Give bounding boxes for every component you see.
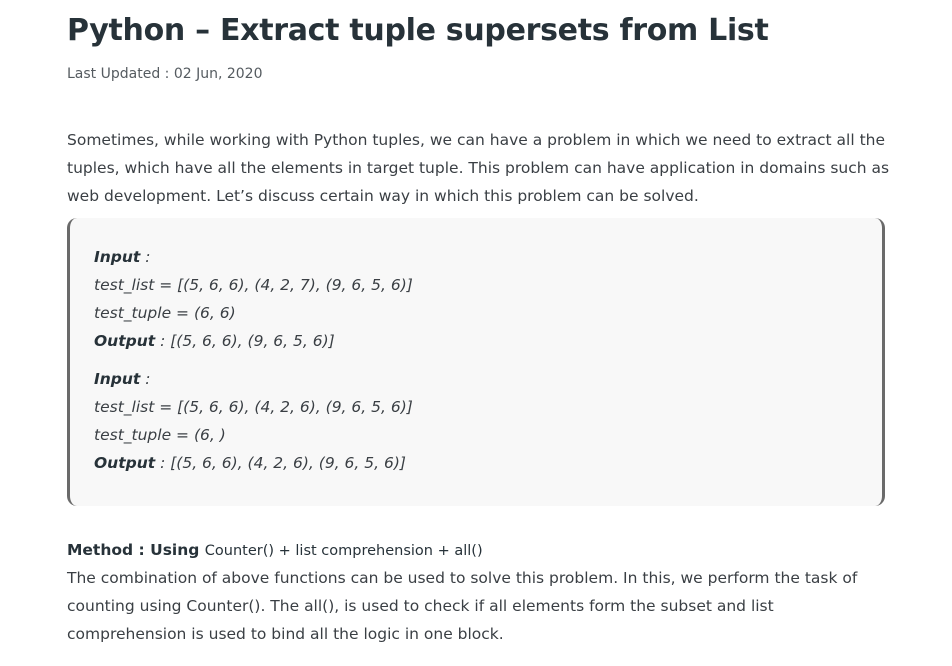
example-list-line: test_list = [(5, 6, 6), (4, 2, 6), (9, 6… <box>94 398 413 416</box>
example-list-line: test_list = [(5, 6, 6), (4, 2, 7), (9, 6… <box>94 276 413 294</box>
method-description: The combination of above functions can b… <box>67 569 858 643</box>
example-tuple-line: test_tuple = (6, ) <box>94 426 226 444</box>
example-output-line: Output : [(5, 6, 6), (4, 2, 6), (9, 6, 5… <box>94 449 413 477</box>
input-label: Input <box>94 370 141 388</box>
example-block-2: Input : test_list = [(5, 6, 6), (4, 2, 6… <box>94 365 413 477</box>
example-input-line: Input : <box>94 365 413 393</box>
output-value: : [(5, 6, 6), (9, 6, 5, 6)] <box>155 332 335 350</box>
example-output-line: Output : [(5, 6, 6), (9, 6, 5, 6)] <box>94 327 413 355</box>
output-label: Output <box>94 454 156 472</box>
example-tuple-line: test_tuple = (6, 6) <box>94 304 236 322</box>
output-value: : [(5, 6, 6), (4, 2, 6), (9, 6, 5, 6)] <box>155 454 406 472</box>
example-block-1: Input : test_list = [(5, 6, 6), (4, 2, 7… <box>94 243 413 355</box>
intro-paragraph: Sometimes, while working with Python tup… <box>67 131 890 205</box>
example-input-line: Input : <box>94 243 413 271</box>
last-updated: Last Updated : 02 Jun, 2020 <box>67 66 263 82</box>
method-heading: Method : Using Counter() + list comprehe… <box>67 536 483 565</box>
input-label: Input <box>94 248 141 266</box>
page-title: Python – Extract tuple supersets from Li… <box>67 13 769 48</box>
input-suffix: : <box>140 248 151 266</box>
method-technique: Counter() + list comprehension + all() <box>204 543 483 559</box>
method-label: Method : Using <box>67 541 205 559</box>
output-label: Output <box>94 332 156 350</box>
input-suffix: : <box>140 370 151 388</box>
